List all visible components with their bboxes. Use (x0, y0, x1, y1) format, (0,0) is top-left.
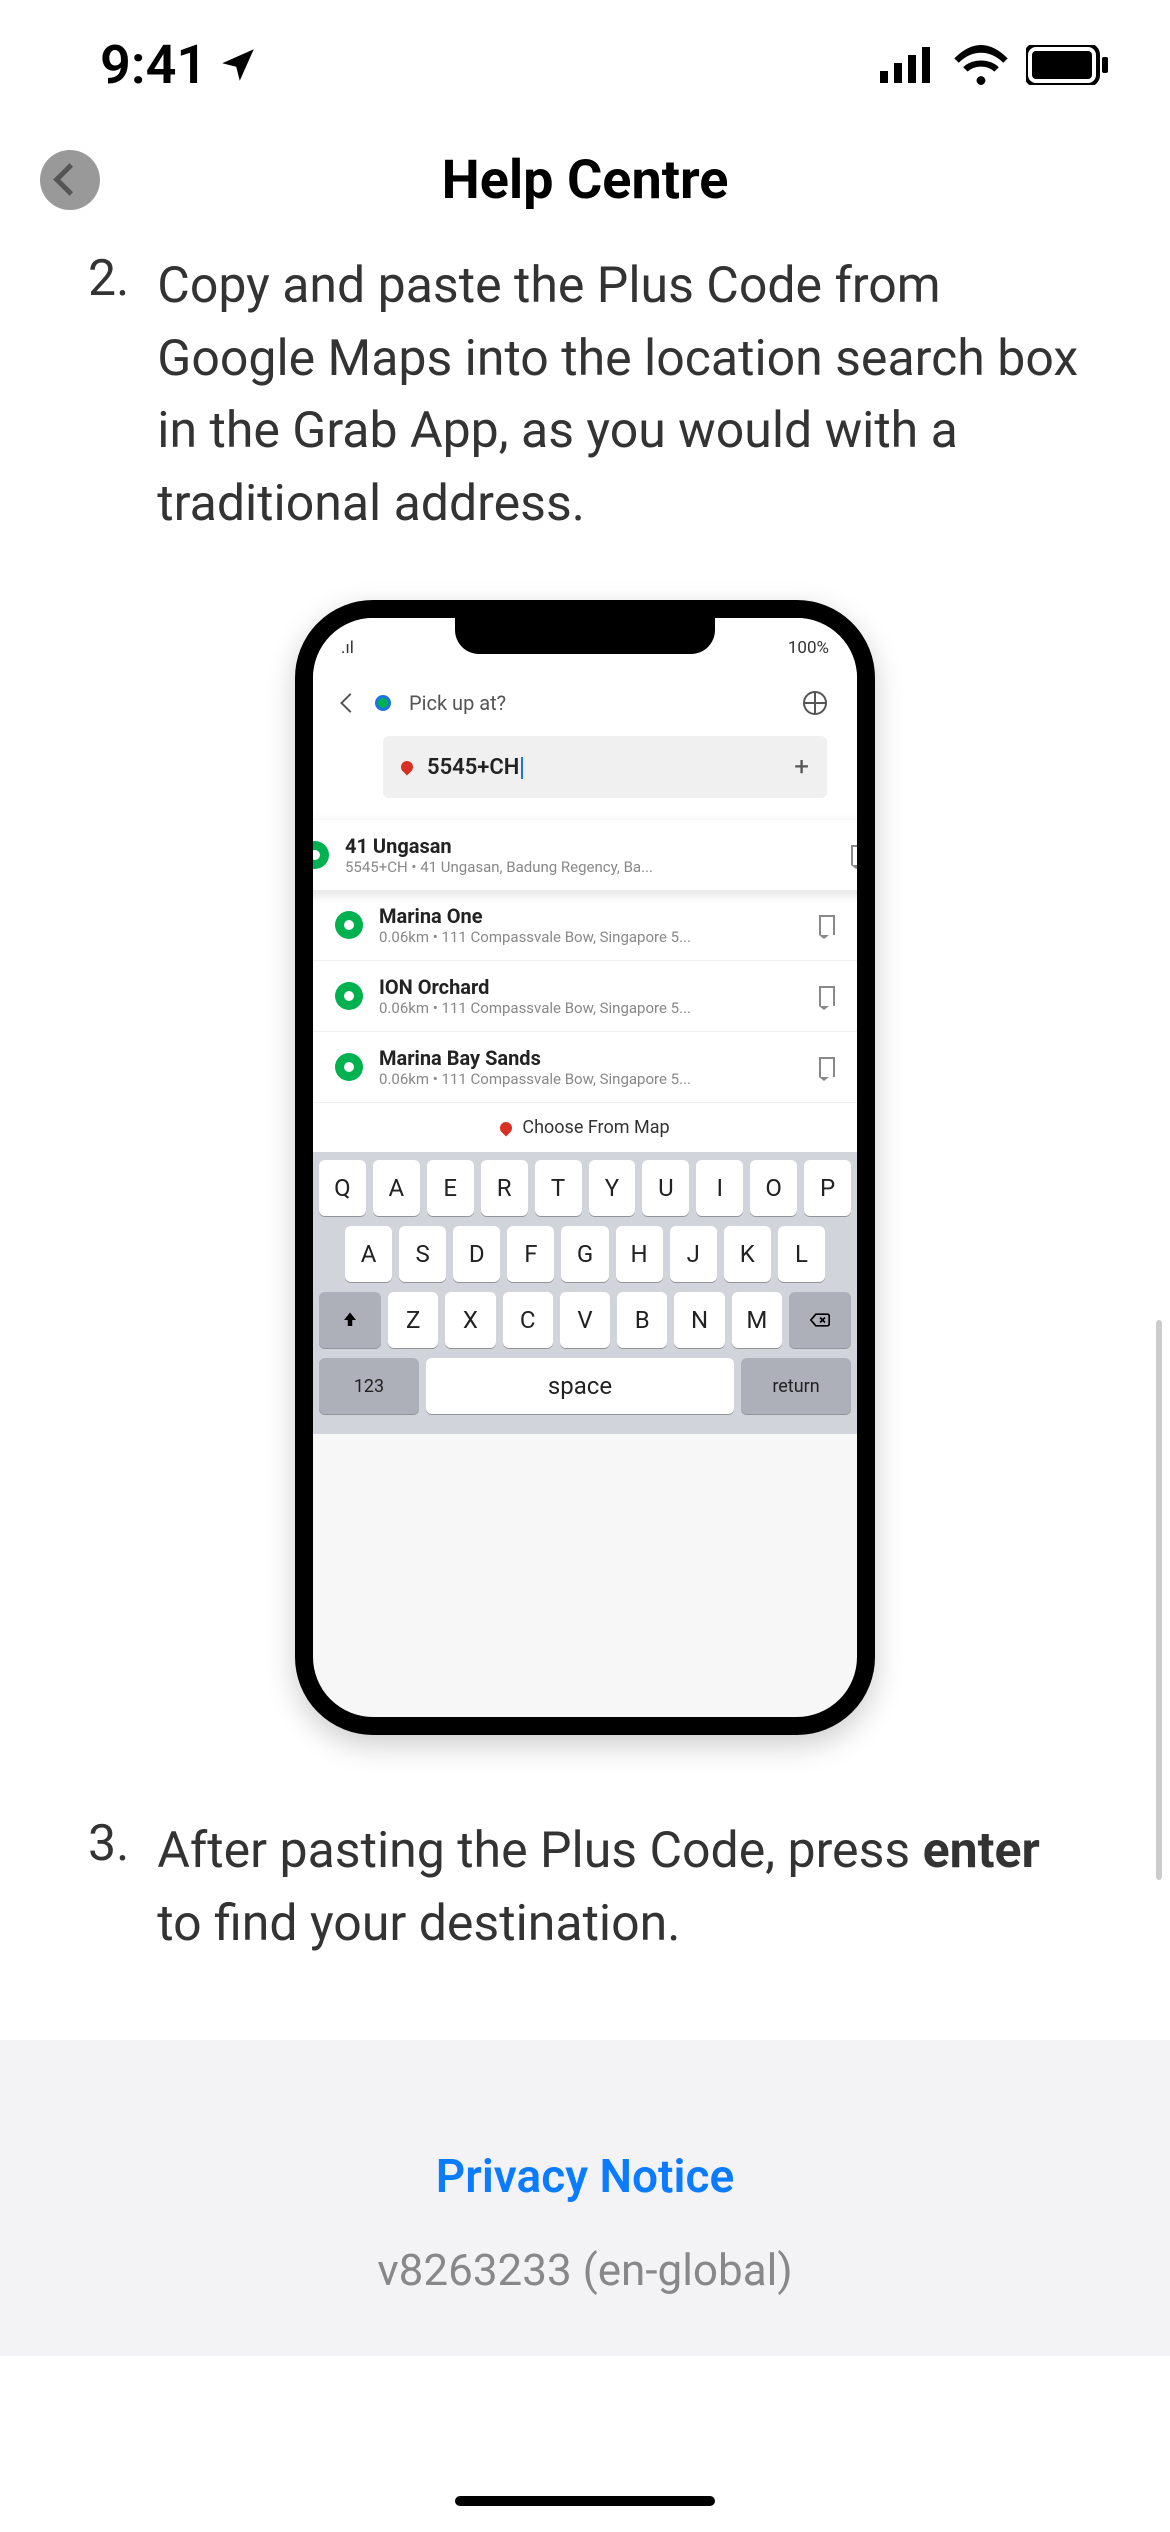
space-key: space (426, 1358, 734, 1414)
return-key: return (741, 1358, 851, 1414)
pickup-label: Pick up at? (409, 691, 506, 715)
result-subtitle: 5545+CH • 41 Ungasan, Badung Regency, Ba… (345, 858, 835, 876)
bookmark-icon (851, 845, 867, 865)
key-k: K (724, 1226, 771, 1282)
key-d: D (453, 1226, 500, 1282)
location-services-icon (217, 44, 259, 86)
status-time: 9:41 (100, 34, 259, 97)
step-2-number: 2. (88, 250, 129, 540)
key-e: E (427, 1160, 474, 1216)
bookmark-icon (819, 915, 835, 935)
privacy-notice-link[interactable]: Privacy Notice (0, 2150, 1170, 2204)
step-3: 3. After pasting the Plus Code, press en… (88, 1815, 1082, 1960)
shift-key (319, 1292, 381, 1348)
battery-icon (1026, 45, 1110, 85)
shift-icon (341, 1311, 359, 1329)
page-title: Help Centre (442, 149, 729, 212)
key-h: H (616, 1226, 663, 1282)
key-o: O (750, 1160, 797, 1216)
wifi-icon (954, 45, 1008, 85)
globe-icon (803, 691, 827, 715)
search-input-value: 5545+CH (427, 755, 780, 780)
key-v: V (560, 1292, 610, 1348)
help-article-content: 2. Copy and paste the Plus Code from Goo… (48, 250, 1122, 2040)
step-2-text: Copy and paste the Plus Code from Google… (157, 250, 1082, 540)
key-c: C (503, 1292, 553, 1348)
instruction-mockup-image: .ıl 9:41 AM 100% Pick up at? 5545+CH + 4… (295, 600, 875, 1735)
key-g: G (561, 1226, 608, 1282)
key-a: A (373, 1160, 420, 1216)
key-l: L (778, 1226, 825, 1282)
location-pin-icon (335, 1053, 363, 1081)
key-i: I (696, 1160, 743, 1216)
mockup-signal: .ıl (341, 638, 354, 658)
key-b: B (617, 1292, 667, 1348)
key-r: R (481, 1160, 528, 1216)
destination-pin-icon (399, 759, 416, 776)
result-subtitle: 0.06km • 111 Compassvale Bow, Singapore … (379, 928, 803, 946)
map-pin-icon (498, 1119, 515, 1136)
key-j: J (670, 1226, 717, 1282)
add-stop-icon: + (794, 752, 809, 782)
cellular-signal-icon (880, 47, 936, 83)
search-results-list: 41 Ungasan 5545+CH • 41 Ungasan, Badung … (313, 820, 857, 1152)
step-2: 2. Copy and paste the Plus Code from Goo… (88, 250, 1082, 540)
key-x: X (445, 1292, 495, 1348)
step-3-number: 3. (88, 1815, 129, 1960)
result-subtitle: 0.06km • 111 Compassvale Bow, Singapore … (379, 1070, 803, 1088)
page-header: Help Centre (0, 120, 1170, 240)
key-a2: A (345, 1226, 392, 1282)
location-pin-icon (301, 841, 329, 869)
location-pin-icon (335, 982, 363, 1010)
mockup-battery-pct: 100% (788, 638, 829, 658)
key-u: U (642, 1160, 689, 1216)
result-title: 41 Ungasan (345, 834, 835, 858)
key-z: Z (388, 1292, 438, 1348)
result-title: ION Orchard (379, 975, 803, 999)
pickup-dot-icon (375, 695, 391, 711)
key-m: M (732, 1292, 782, 1348)
key-y: Y (589, 1160, 636, 1216)
list-item: Marina Bay Sands 0.06km • 111 Compassval… (313, 1032, 857, 1103)
location-search-input: 5545+CH + (383, 736, 827, 798)
back-button[interactable] (40, 150, 100, 210)
result-subtitle: 0.06km • 111 Compassvale Bow, Singapore … (379, 999, 803, 1017)
step-3-text: After pasting the Plus Code, press enter… (157, 1815, 1082, 1960)
scrollbar-indicator (1156, 1320, 1162, 1880)
bookmark-icon (819, 1057, 835, 1077)
bookmark-icon (819, 986, 835, 1006)
backspace-key (789, 1292, 851, 1348)
key-s: S (399, 1226, 446, 1282)
mockup-keyboard: Q A E R T Y U I O P A S D F G H J K L (313, 1152, 857, 1434)
device-status-bar: 9:41 (0, 0, 1170, 120)
choose-from-map: Choose From Map (313, 1103, 857, 1152)
version-label: v8263233 (en-global) (0, 2244, 1170, 2296)
location-pin-icon (335, 911, 363, 939)
status-icons (880, 45, 1110, 85)
result-title: Marina One (379, 904, 803, 928)
num-key: 123 (319, 1358, 419, 1414)
key-q: Q (319, 1160, 366, 1216)
phone-notch (455, 618, 715, 654)
page-footer: Privacy Notice v8263233 (en-global) (0, 2040, 1170, 2356)
key-t: T (535, 1160, 582, 1216)
backspace-icon (810, 1312, 830, 1328)
key-p: P (804, 1160, 851, 1216)
mockup-search-area: Pick up at? 5545+CH + (313, 658, 857, 820)
home-indicator[interactable] (455, 2496, 715, 2506)
result-title: Marina Bay Sands (379, 1046, 803, 1070)
key-n: N (674, 1292, 724, 1348)
back-icon (340, 693, 360, 713)
key-f: F (507, 1226, 554, 1282)
list-item: Marina One 0.06km • 111 Compassvale Bow,… (313, 890, 857, 961)
list-item: ION Orchard 0.06km • 111 Compassvale Bow… (313, 961, 857, 1032)
list-item: 41 Ungasan 5545+CH • 41 Ungasan, Badung … (295, 820, 875, 890)
